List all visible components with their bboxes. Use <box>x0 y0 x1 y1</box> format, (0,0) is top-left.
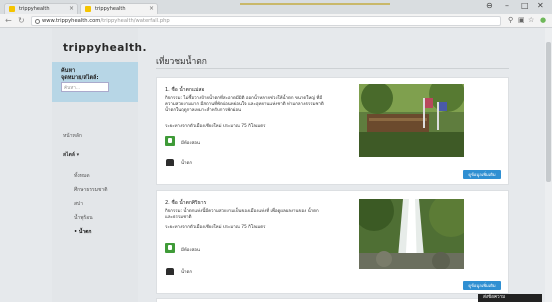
place-photo[interactable] <box>359 199 464 269</box>
url-host: www.trippyhealth.com <box>42 18 101 24</box>
close-tab-icon[interactable]: × <box>149 5 154 12</box>
place-card: 2. ชื่อ น้ำตกศิริธาร กิจกรรม: น้ำตกแห่งน… <box>156 190 509 294</box>
url-field[interactable]: www.trippyhealth.com/trippyhealth/waterf… <box>31 16 501 26</box>
sidebar: trippyhealth. ค้นหา จุดหมาย/สไตล์: ค้นหา… <box>52 28 146 302</box>
sidebar-item-waterfall[interactable]: • น้ำตก <box>74 228 91 236</box>
waterfall-type-icon <box>165 156 175 166</box>
page-scrollbar[interactable] <box>545 28 552 302</box>
more-info-button[interactable]: ดูข้อมูลเพิ่มเติม <box>463 170 501 179</box>
page: trippyhealth. ค้นหา จุดหมาย/สไตล์: ค้นหา… <box>0 28 552 302</box>
site-logo[interactable]: trippyhealth. <box>63 42 147 54</box>
search-input[interactable]: ค้นหา... <box>61 82 109 92</box>
card-distance: ระยะทางจากตัวเมืองเชียงใหม่ ประมาณ 75 กิ… <box>165 124 266 129</box>
type-label: น้ำตก <box>181 161 192 166</box>
card-description: กิจกรรม: ไม่ซื้อวางป้ายน้ำตกที่สะอาดมีมิ… <box>165 96 324 113</box>
category-label: มีห้องสอน <box>181 248 200 253</box>
zoom-icon[interactable]: ⚲ <box>508 16 513 24</box>
tab-bar-decoration <box>240 3 390 12</box>
browser-tab-2[interactable]: trippyhealth × <box>80 3 158 14</box>
page-title: เที่ยวชมน้ำตก <box>156 57 207 67</box>
card-title: 2. ชื่อ น้ำตกศิริธาร <box>165 200 207 206</box>
main-content: เที่ยวชมน้ำตก 1. ชื่อ น้ำตกแม่สอ กิจกรรม… <box>138 28 552 302</box>
maximize-icon[interactable]: □ <box>521 1 529 10</box>
extension-icon[interactable]: ▣ <box>518 16 525 24</box>
card-description: กิจกรรม: น้ำตกแห่งนี้มีความสวยงามเป็นของ… <box>165 209 319 220</box>
sidebar-item-spa[interactable]: สปา <box>74 200 83 208</box>
profile-icon[interactable]: ⊖ <box>486 1 493 10</box>
tab-label: trippyhealth <box>95 6 126 12</box>
place-photo[interactable] <box>359 84 464 157</box>
close-window-icon[interactable]: ✕ <box>537 1 544 10</box>
card-title: 1. ชื่อ น้ำตกแม่สอ <box>165 87 205 93</box>
place-card: 1. ชื่อ น้ำตกแม่สอ กิจกรรม: ไม่ซื้อวางป้… <box>156 77 509 185</box>
bookmark-star-icon[interactable]: ☆ <box>528 16 534 24</box>
sidebar-item-hot-spring[interactable]: น้ำพุร้อน <box>74 214 93 222</box>
minimize-icon[interactable]: – <box>505 1 509 10</box>
category-label: มีห้องสอน <box>181 141 200 146</box>
divider <box>156 68 509 69</box>
favicon-icon <box>9 6 15 12</box>
extension-green-icon[interactable]: ● <box>540 16 546 24</box>
card-distance: ระยะทางจากตัวเมืองเชียงใหม่ ประมาณ 75 กิ… <box>165 225 266 230</box>
sidebar-item-all[interactable]: ทั้งหมด <box>74 172 90 180</box>
category-icon <box>165 243 175 253</box>
back-icon[interactable]: ← <box>5 16 12 25</box>
type-label: น้ำตก <box>181 270 192 275</box>
search-sublabel: จุดหมาย/สไตล์: <box>61 75 99 81</box>
url-path: /trippyhealth/waterfall.php <box>100 18 170 24</box>
address-bar-row: ← ↻ www.trippyhealth.com/trippyhealth/wa… <box>0 14 552 28</box>
favicon-icon <box>85 6 91 12</box>
scrollbar-thumb[interactable] <box>546 42 551 182</box>
category-icon <box>165 136 175 146</box>
more-info-button[interactable]: ดูข้อมูลเพิ่มเติม <box>463 281 501 290</box>
tab-label: trippyhealth <box>19 6 50 12</box>
sidebar-item-home[interactable]: หน้าหลัก <box>63 132 82 140</box>
waterfall-type-icon <box>165 265 175 275</box>
chat-button[interactable]: ส่งข้อความ <box>478 294 542 302</box>
browser-tab-1[interactable]: trippyhealth × <box>4 3 78 14</box>
sidebar-item-style[interactable]: สไตล์ ▾ <box>63 151 79 159</box>
close-tab-icon[interactable]: × <box>69 5 74 12</box>
info-icon <box>35 19 40 24</box>
reload-icon[interactable]: ↻ <box>18 16 25 25</box>
tab-bar: trippyhealth × trippyhealth × ⊖ – □ ✕ <box>0 0 552 14</box>
sidebar-item-nature[interactable]: ศึกษาธรรมชาติ <box>74 186 107 194</box>
place-card <box>156 298 509 302</box>
search-panel: ค้นหา จุดหมาย/สไตล์: ค้นหา... <box>52 62 138 102</box>
